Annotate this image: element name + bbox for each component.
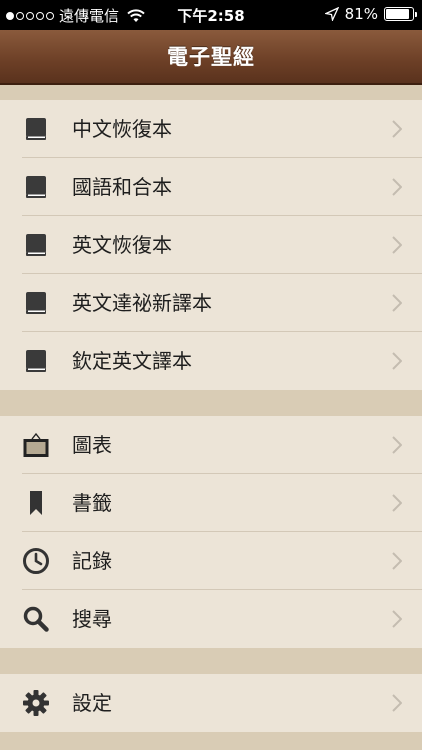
menu-item-search[interactable]: 搜尋 — [0, 590, 422, 648]
chevron-right-icon — [392, 610, 402, 628]
chevron-right-icon — [392, 352, 402, 370]
section-spacer — [0, 390, 422, 416]
book-icon — [22, 231, 50, 259]
menu-item-settings[interactable]: 設定 — [0, 674, 422, 732]
menu-item-label: 圖表 — [72, 433, 112, 457]
menu-item-label: 國語和合本 — [72, 175, 172, 199]
menu-item-label: 設定 — [72, 691, 112, 715]
book-icon — [22, 289, 50, 317]
chevron-right-icon — [392, 694, 402, 712]
menu-item-label: 搜尋 — [72, 607, 112, 631]
menu-item-label: 中文恢復本 — [72, 117, 172, 141]
location-arrow-icon — [324, 7, 339, 21]
page-title: 電子聖經 — [167, 45, 255, 69]
battery-icon — [384, 7, 417, 21]
section-spacer — [0, 732, 422, 750]
menu-item-label: 英文恢復本 — [72, 233, 172, 257]
book-icon — [22, 115, 50, 143]
chevron-right-icon — [392, 552, 402, 570]
menu-item-label: 記錄 — [72, 549, 112, 573]
battery-percent: 81% — [344, 5, 378, 23]
book-icon — [22, 173, 50, 201]
status-bar: 遠傳電信 下午2:58 81% — [0, 0, 422, 30]
menu-item-english-recovery[interactable]: 英文恢復本 — [0, 216, 422, 274]
chevron-right-icon — [392, 120, 402, 138]
search-icon — [22, 605, 50, 633]
section-spacer — [0, 85, 422, 100]
menu-item-union-version[interactable]: 國語和合本 — [0, 158, 422, 216]
nav-bar: 電子聖經 — [0, 30, 422, 85]
chevron-right-icon — [392, 494, 402, 512]
clock-icon — [22, 547, 50, 575]
chevron-right-icon — [392, 294, 402, 312]
menu-item-history[interactable]: 記錄 — [0, 532, 422, 590]
menu-item-bookmarks[interactable]: 書籤 — [0, 474, 422, 532]
chevron-right-icon — [392, 436, 402, 454]
menu-list: 中文恢復本 國語和合本 英文恢復本 英文達祕新譯本 欽定英文譯本 圖表 書籤 記… — [0, 85, 422, 750]
menu-item-label: 英文達祕新譯本 — [72, 291, 212, 315]
chevron-right-icon — [392, 178, 402, 196]
picture-frame-icon — [22, 431, 50, 459]
gear-icon — [22, 689, 50, 717]
menu-item-king-james[interactable]: 欽定英文譯本 — [0, 332, 422, 390]
menu-item-label: 書籤 — [72, 491, 112, 515]
menu-item-chinese-recovery[interactable]: 中文恢復本 — [0, 100, 422, 158]
menu-item-charts[interactable]: 圖表 — [0, 416, 422, 474]
menu-item-label: 欽定英文譯本 — [72, 349, 192, 373]
menu-item-darby-translation[interactable]: 英文達祕新譯本 — [0, 274, 422, 332]
bookmark-icon — [22, 489, 50, 517]
section-spacer — [0, 648, 422, 674]
chevron-right-icon — [392, 236, 402, 254]
book-icon — [22, 347, 50, 375]
